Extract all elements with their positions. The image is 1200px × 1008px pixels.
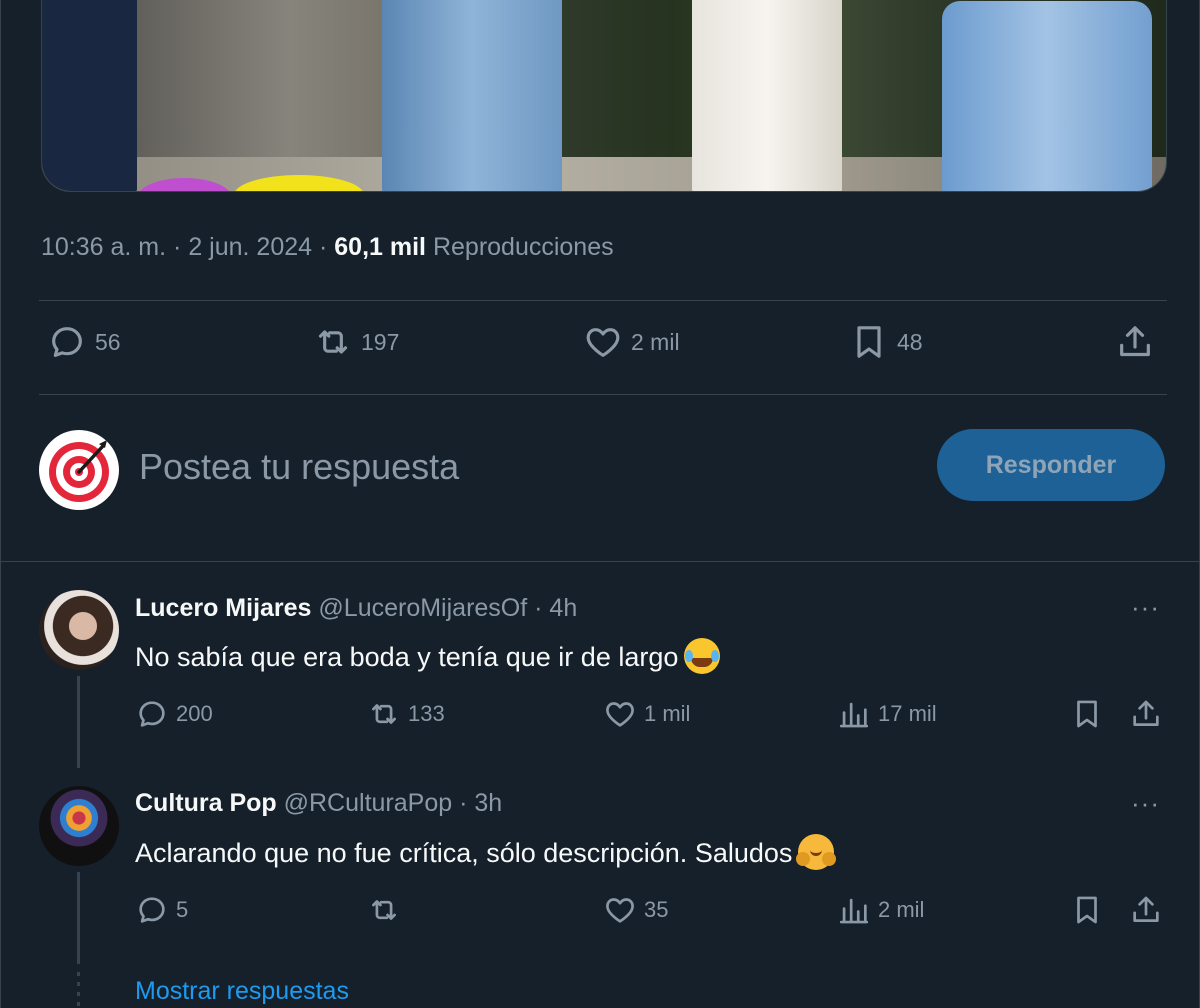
- tweet-time[interactable]: 10:36 a. m.: [41, 233, 166, 261]
- views-chart-icon: [839, 702, 869, 728]
- author-handle[interactable]: @RCulturaPop: [284, 789, 453, 817]
- reply-input[interactable]: Postea tu respuesta: [139, 446, 459, 488]
- reply-text: Aclarando que no fue crítica, sólo descr…: [135, 834, 835, 870]
- share-icon: [1120, 326, 1150, 357]
- share-button[interactable]: [1129, 697, 1163, 731]
- tweet-photo[interactable]: [41, 0, 1167, 192]
- retweet-button[interactable]: 197: [313, 322, 399, 362]
- face-with-tears-of-joy-icon: [684, 638, 721, 674]
- reply-count: 200: [176, 701, 213, 726]
- respond-button[interactable]: Responder: [937, 429, 1165, 501]
- author-name[interactable]: Cultura Pop: [135, 789, 277, 817]
- reply-icon: [139, 701, 165, 727]
- like-count: 35: [644, 897, 669, 922]
- photo-person: [382, 0, 562, 191]
- like-button[interactable]: 1 mil: [603, 697, 690, 731]
- header-separator: ·: [459, 789, 468, 817]
- reply-icon: [139, 897, 165, 923]
- divider: [39, 300, 1167, 301]
- views-label: Reproducciones: [432, 233, 614, 261]
- tweet-detail-view: 10:36 a. m. · 2 jun. 2024 · 60,1 mil Rep…: [0, 0, 1200, 1008]
- bookmark-icon: [1077, 700, 1097, 728]
- share-button[interactable]: [1115, 322, 1155, 362]
- bookmark-count: 48: [897, 328, 923, 355]
- reply-text-content: Aclarando que no fue crítica, sólo descr…: [135, 838, 793, 868]
- thread-line: [77, 872, 80, 964]
- reply-count: 56: [95, 328, 121, 355]
- heart-icon: [606, 702, 634, 727]
- like-button[interactable]: 2 mil: [583, 322, 680, 362]
- reply-header: Cultura Pop @RCulturaPop · 3h: [135, 789, 502, 818]
- meta-separator: ·: [173, 233, 182, 261]
- header-separator: ·: [534, 594, 543, 622]
- retweet-icon: [372, 900, 396, 920]
- bookmark-button[interactable]: [1070, 893, 1104, 927]
- divider: [1, 561, 1200, 562]
- retweet-button[interactable]: 133: [367, 697, 445, 731]
- bookmark-icon: [1077, 896, 1097, 924]
- more-options-icon[interactable]: ···: [1131, 592, 1160, 623]
- author-name[interactable]: Lucero Mijares: [135, 594, 311, 622]
- heart-icon: [586, 328, 620, 357]
- tweet-actions: 56 197 2 mil 48: [41, 322, 1167, 374]
- tweet-date[interactable]: 2 jun. 2024: [188, 233, 312, 261]
- author-handle[interactable]: @LuceroMijaresOf: [318, 594, 527, 622]
- heart-icon: [606, 898, 634, 923]
- like-button[interactable]: 35: [603, 893, 668, 927]
- thread-line: [77, 676, 80, 768]
- share-icon: [1133, 700, 1159, 726]
- views-count: 60,1 mil: [334, 233, 426, 261]
- reply-composer: Postea tu respuesta Responder: [1, 420, 1200, 530]
- post-time[interactable]: 4h: [549, 594, 577, 622]
- divider: [39, 394, 1167, 395]
- like-count: 1 mil: [644, 701, 691, 726]
- views-count: 17 mil: [878, 701, 937, 726]
- reply-actions: 5 35 2 mil: [135, 893, 1165, 937]
- avatar[interactable]: [39, 590, 119, 670]
- post-time[interactable]: 3h: [474, 789, 502, 817]
- reply-button[interactable]: 56: [47, 322, 121, 362]
- retweet-icon: [372, 704, 396, 724]
- reply-icon: [52, 327, 82, 357]
- share-icon: [1133, 896, 1159, 922]
- hugging-face-icon: [796, 834, 835, 870]
- views-button[interactable]: 17 mil: [837, 697, 937, 731]
- avatar[interactable]: [39, 786, 119, 866]
- photo-person: [942, 1, 1152, 191]
- retweet-count: 197: [361, 328, 400, 355]
- photo-person: [692, 0, 842, 191]
- bookmark-icon: [857, 326, 881, 358]
- reply-text-content: No sabía que era boda y tenía que ir de …: [135, 642, 679, 672]
- show-replies-link[interactable]: Mostrar respuestas: [135, 977, 349, 1006]
- like-count: 2 mil: [631, 328, 680, 355]
- reply-count: 5: [176, 897, 189, 922]
- retweet-count: 133: [408, 701, 445, 726]
- reply-text: No sabía que era boda y tenía que ir de …: [135, 638, 721, 674]
- photo-person: [42, 0, 137, 191]
- retweet-button[interactable]: [367, 893, 408, 927]
- bookmark-button[interactable]: 48: [849, 322, 923, 362]
- bookmark-button[interactable]: [1070, 697, 1104, 731]
- current-user-avatar[interactable]: [39, 430, 119, 510]
- more-options-icon[interactable]: ···: [1131, 788, 1160, 819]
- retweet-icon: [318, 330, 348, 354]
- thread-dots: [77, 972, 80, 1008]
- meta-separator: ·: [318, 233, 328, 261]
- views-chart-icon: [839, 898, 869, 924]
- reply-button[interactable]: 200: [135, 697, 213, 731]
- reply-button[interactable]: 5: [135, 893, 188, 927]
- views-count: 2 mil: [878, 897, 925, 922]
- views-button[interactable]: 2 mil: [837, 893, 924, 927]
- target-icon: [49, 440, 109, 502]
- tweet-metadata: 10:36 a. m. · 2 jun. 2024 · 60,1 mil Rep…: [41, 233, 614, 262]
- reply-actions: 200 133 1 mil 17 mil: [135, 697, 1165, 741]
- share-button[interactable]: [1129, 893, 1163, 927]
- reply-header: Lucero Mijares @LuceroMijaresOf · 4h: [135, 594, 577, 623]
